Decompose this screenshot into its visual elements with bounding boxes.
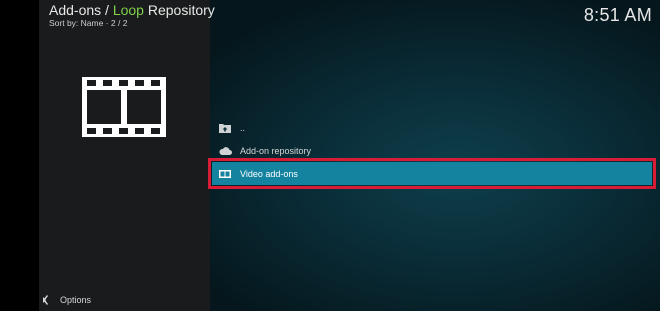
breadcrumb: Add-ons / Loop Repository xyxy=(49,2,215,19)
folder-up-icon xyxy=(218,122,232,134)
header: Add-ons / Loop Repository Sort by: Name … xyxy=(49,2,215,29)
list-item-label: Add-on repository xyxy=(240,145,312,156)
list-item-video-addons[interactable]: Video add-ons xyxy=(208,158,656,189)
cloud-icon xyxy=(218,145,232,157)
film-thumbnail-icon xyxy=(82,77,166,137)
list-item-label: .. xyxy=(240,122,246,133)
clock: 8:51 AM xyxy=(583,5,652,25)
kodi-window: Add-ons / Loop Repository Sort by: Name … xyxy=(0,0,660,311)
file-list: .. Add-on repository Video add-ons xyxy=(208,116,660,189)
breadcrumb-suffix: Repository xyxy=(143,2,215,18)
options-button[interactable]: Options xyxy=(41,294,91,306)
list-item-label: Video add-ons xyxy=(240,168,298,179)
list-item-addon-repository[interactable]: Add-on repository xyxy=(210,139,660,162)
film-icon xyxy=(218,168,232,180)
side-panel xyxy=(39,0,210,311)
sort-info: Sort by: Name · 2 / 2 xyxy=(49,18,128,28)
options-label: Options xyxy=(60,295,92,305)
options-icon xyxy=(41,294,53,306)
left-margin xyxy=(0,0,39,311)
list-item-parent-folder[interactable]: .. xyxy=(210,116,660,139)
breadcrumb-accent: Loop xyxy=(112,2,144,18)
breadcrumb-prefix: Add-ons / xyxy=(49,2,113,18)
